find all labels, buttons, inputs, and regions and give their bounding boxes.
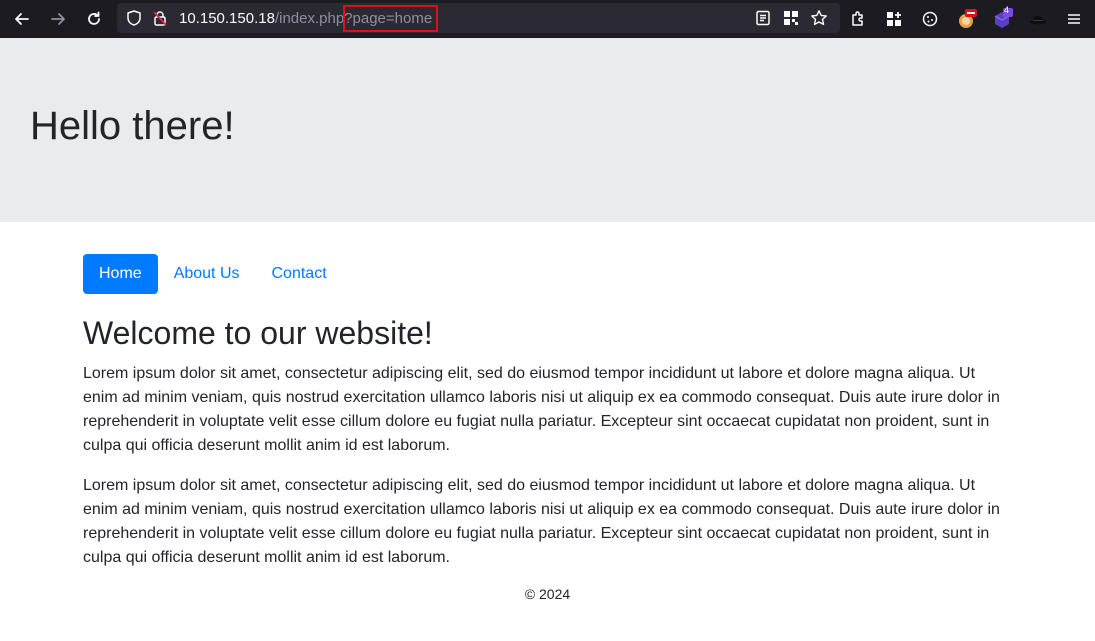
reload-button[interactable] [80, 5, 108, 33]
nav-home-link[interactable]: Home [83, 254, 158, 294]
menu-icon [1068, 14, 1080, 24]
back-icon [15, 13, 29, 25]
reload-icon [88, 11, 100, 25]
extension-icon [994, 8, 1013, 28]
forward-icon [51, 13, 65, 25]
menu-button[interactable] [1060, 5, 1088, 33]
paragraph-1: Lorem ipsum dolor sit amet, consectetur … [83, 365, 1000, 454]
nav-about-link[interactable]: About Us [158, 254, 256, 294]
extension-button-2[interactable]: 4 [988, 5, 1016, 33]
jumbotron-title: Hello there! [30, 104, 235, 148]
footer-copyright: © 2024 [524, 586, 571, 602]
puzzle-icon [887, 12, 901, 26]
lock-icon[interactable] [151, 9, 169, 27]
url-path: /index.php [274, 10, 345, 27]
extension-button-1[interactable] [952, 5, 980, 33]
nav-pills: Home About Us Contact [83, 254, 343, 294]
extension-icon [959, 9, 977, 28]
url-query-highlight-box [343, 5, 438, 32]
extension-badge: 4 [1004, 5, 1010, 15]
main-content: Welcome to our website! Lorem ipsum dolo… [83, 314, 1013, 586]
extensions-icon [852, 11, 863, 26]
url-host: 10.150.150.18 [179, 10, 275, 27]
jumbotron: Hello there! [0, 38, 1095, 222]
cookie-button[interactable] [916, 5, 944, 33]
hat-extension-button[interactable] [1024, 5, 1052, 33]
reader-icon[interactable] [754, 9, 772, 27]
bookmark-star-icon[interactable] [810, 9, 828, 27]
url-bar[interactable]: 10.150.150.18/index.php?page=home [117, 3, 840, 33]
puzzle-button[interactable] [880, 5, 908, 33]
cookie-icon [922, 11, 938, 27]
page-heading: Welcome to our website! [83, 315, 433, 351]
nav-contact-link[interactable]: Contact [256, 254, 343, 294]
hat-icon [1030, 16, 1046, 25]
qr-icon[interactable] [782, 9, 800, 27]
forward-button[interactable] [44, 5, 72, 33]
shield-icon[interactable] [125, 9, 143, 27]
paragraph-2: Lorem ipsum dolor sit amet, consectetur … [83, 477, 1000, 566]
browser-toolbar: 10.150.150.18/index.php?page=home 4 [0, 0, 1095, 38]
extensions-button[interactable] [844, 5, 872, 33]
back-button[interactable] [8, 5, 36, 33]
